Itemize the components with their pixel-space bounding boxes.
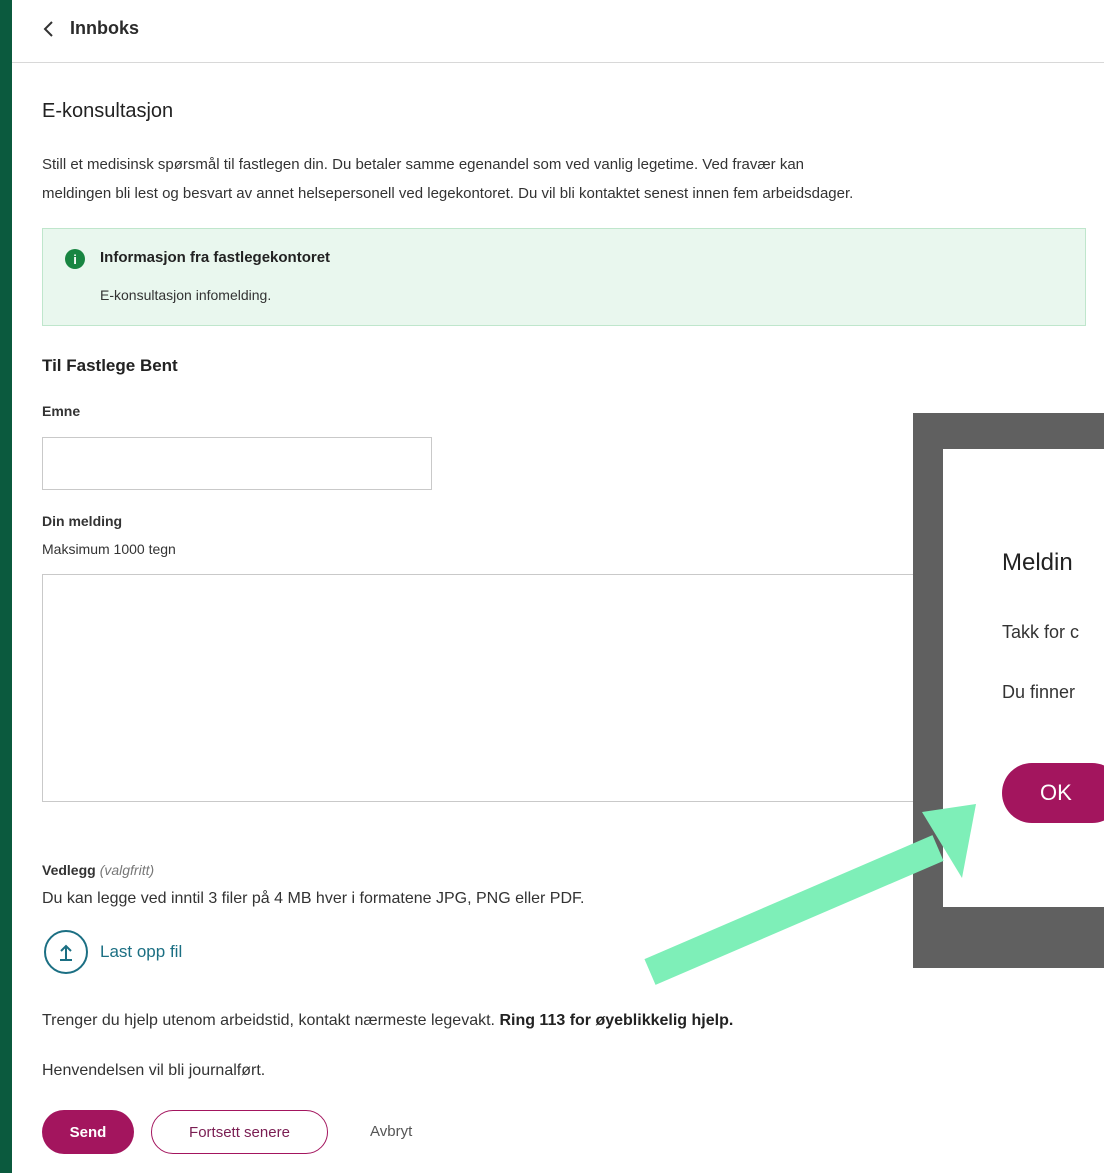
confirmation-dialog: Meldin Takk for c Du finner OK xyxy=(943,449,1104,907)
subject-input[interactable] xyxy=(42,437,432,490)
attachment-label-text: Vedlegg xyxy=(42,862,96,878)
dialog-text-location: Du finner xyxy=(1002,682,1076,702)
attachment-optional: (valgfritt) xyxy=(99,862,155,878)
journal-notice: Henvendelsen vil bli journalført. xyxy=(42,1062,266,1079)
continue-later-button[interactable]: Fortsett senere xyxy=(151,1110,328,1154)
message-hint: Maksimum 1000 tegn xyxy=(42,541,176,557)
cancel-link[interactable]: Avbryt xyxy=(370,1123,412,1140)
dialog-title: Meldin xyxy=(1002,549,1073,576)
intro-line-1: Still et medisinsk spørsmål til fastlege… xyxy=(42,156,805,173)
upload-label: Last opp fil xyxy=(100,942,183,961)
page-title: E-konsultasjon xyxy=(42,100,174,122)
intro-text: Still et medisinsk spørsmål til fastlege… xyxy=(42,150,1082,208)
back-label: Innboks xyxy=(70,18,140,38)
info-icon: i xyxy=(65,249,85,269)
dialog-text-thanks: Takk for c xyxy=(1002,622,1080,642)
message-label: Din melding xyxy=(42,513,123,529)
recipient-heading: Til Fastlege Bent xyxy=(42,356,178,375)
upload-icon xyxy=(44,930,88,974)
info-title: Informasjon fra fastlegekontoret xyxy=(100,249,331,266)
dialog-overlay: Meldin Takk for c Du finner OK xyxy=(913,413,1104,968)
attachment-label: Vedlegg (valgfritt) xyxy=(42,862,154,878)
intro-line-2: meldingen bli lest og besvart av annet h… xyxy=(42,185,854,202)
attachment-description: Du kan legge ved inntil 3 filer på 4 MB … xyxy=(42,890,585,907)
back-link[interactable]: Innboks xyxy=(40,18,139,39)
subject-label: Emne xyxy=(42,403,81,419)
upload-file-button[interactable]: Last opp fil xyxy=(44,930,182,974)
info-box: i Informasjon fra fastlegekontoret E-kon… xyxy=(42,228,1086,326)
chevron-left-icon xyxy=(43,20,53,37)
send-button[interactable]: Send xyxy=(42,1110,134,1154)
info-text: E-konsultasjon infomelding. xyxy=(100,287,272,303)
help-text-main: Trenger du hjelp utenom arbeidstid, kont… xyxy=(42,1012,495,1029)
help-text: Trenger du hjelp utenom arbeidstid, kont… xyxy=(42,1012,733,1030)
top-bar: Innboks xyxy=(12,0,1104,63)
ok-button[interactable]: OK xyxy=(1002,763,1104,823)
help-text-emphasis: Ring 113 for øyeblikkelig hjelp. xyxy=(499,1012,734,1029)
